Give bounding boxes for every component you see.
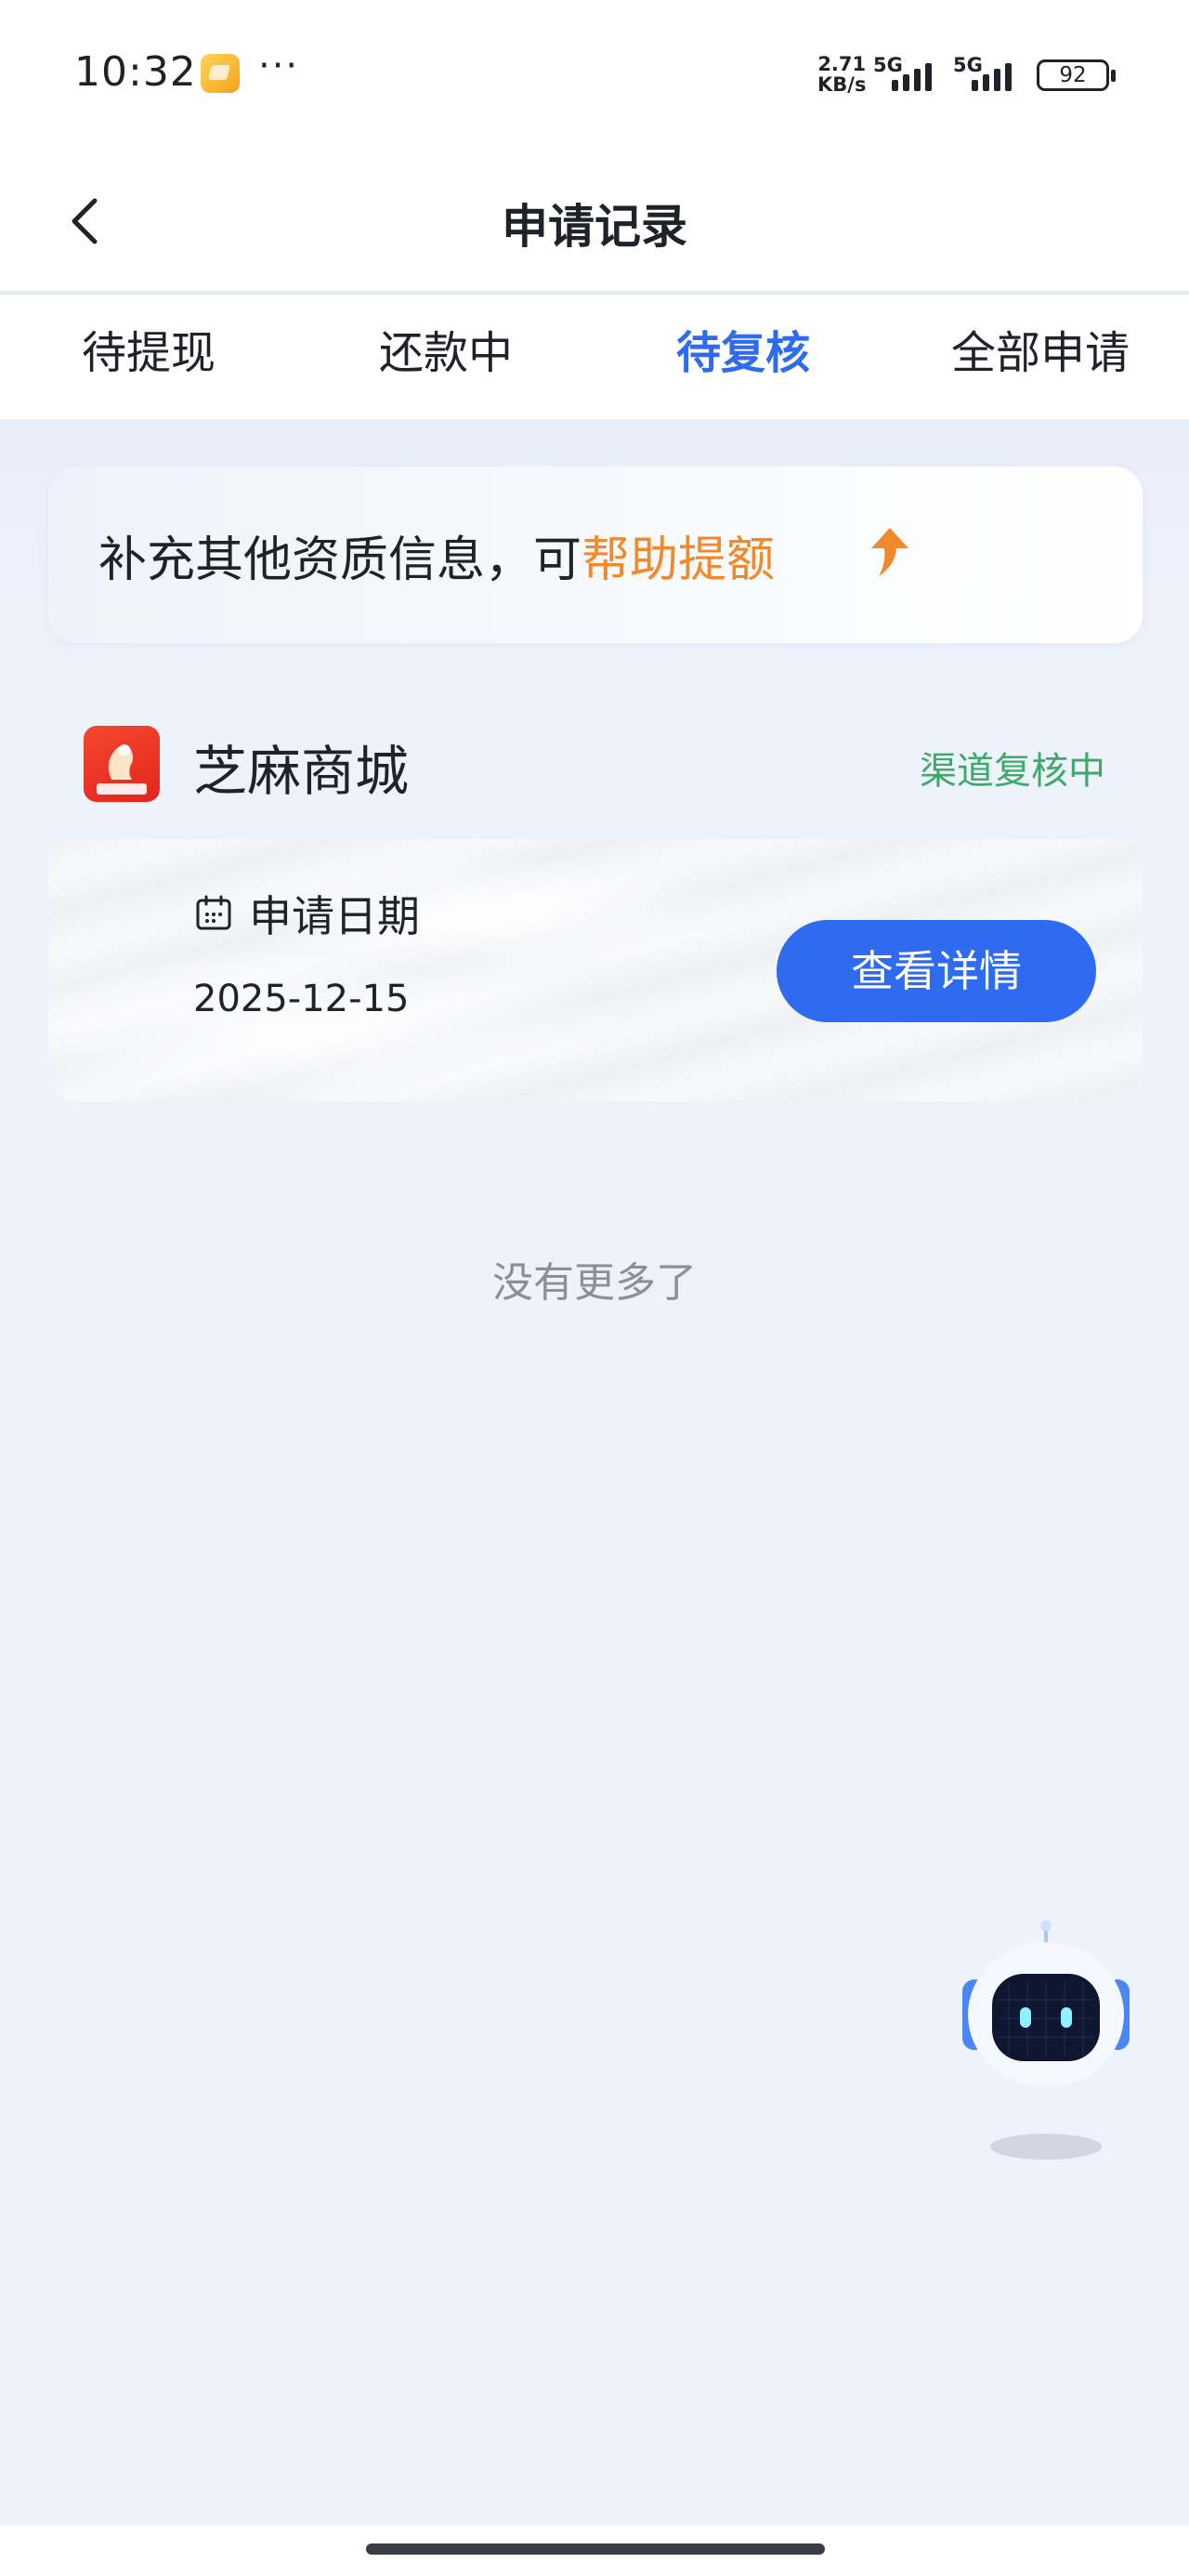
tab-pending-withdrawal[interactable]: 待提现: [0, 295, 297, 419]
app-name: 芝麻商城: [193, 740, 410, 803]
calendar-icon: [195, 894, 232, 935]
network-speed-unit: KB/s: [817, 73, 867, 96]
credit-boost-banner[interactable]: 补充其他资质信息，可帮助提额: [48, 467, 1143, 643]
banner-text: 补充其他资质信息，可帮助提额: [98, 520, 775, 590]
list-end-text: 没有更多了: [492, 1259, 697, 1307]
apply-date-label: 申请日期: [249, 891, 420, 941]
tab-all-applications[interactable]: 全部申请: [892, 295, 1189, 419]
card-header: 芝麻商城 渠道复核中: [48, 692, 1143, 839]
tab-pending-review[interactable]: 待复核: [594, 295, 892, 419]
tab-repaying[interactable]: 还款中: [297, 295, 594, 419]
status-badge: 渠道复核中: [920, 750, 1105, 793]
up-arrow-icon: [866, 524, 912, 580]
battery-icon: 92: [1037, 59, 1116, 91]
home-indicator[interactable]: [366, 2543, 825, 2555]
nav-bar: 申请记录: [0, 149, 1189, 293]
network-speed-value: 2.71: [817, 53, 867, 75]
tab-bar: 待提现 还款中 待复核 全部申请: [0, 295, 1189, 419]
network-speed: 2.71 KB/s: [817, 54, 866, 95]
view-details-button[interactable]: 查看详情: [777, 920, 1096, 1022]
banner-message: 补充其他资质信息，可: [98, 532, 582, 588]
status-bar: 10:32 ··· 2.71 KB/s 5G 5G 92: [0, 0, 1189, 149]
apply-date-value: 2025-12-15: [193, 978, 410, 1020]
notes-app-icon: [201, 54, 240, 93]
page-title: 申请记录: [502, 200, 687, 254]
status-time: 10:32: [74, 48, 197, 96]
robot-assistant-icon[interactable]: [953, 1916, 1139, 2167]
banner-highlight: 帮助提额: [581, 532, 776, 588]
more-notifications-icon: ···: [258, 45, 300, 87]
signal-bars-1-icon: [892, 59, 944, 91]
signal-bars-2-icon: [972, 59, 1024, 91]
app-logo: [84, 726, 160, 802]
page: 10:32 ··· 2.71 KB/s 5G 5G 92 申请记录 待提现 还款…: [0, 0, 1189, 2576]
